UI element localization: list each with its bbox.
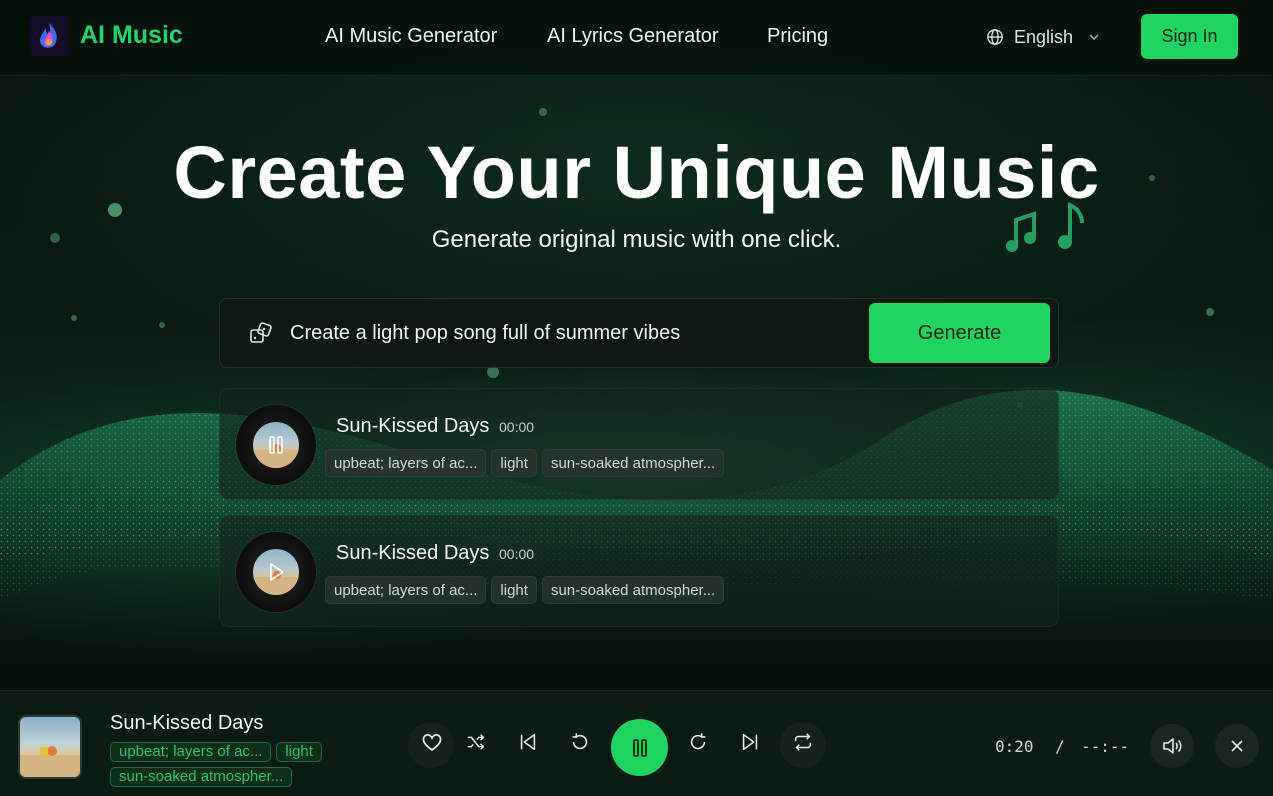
brand-logo[interactable] bbox=[29, 16, 69, 56]
song-title[interactable]: Sun-Kissed Days bbox=[336, 542, 489, 565]
rotate-ccw-icon bbox=[572, 733, 588, 750]
shuffle-icon bbox=[467, 734, 485, 750]
pause-icon[interactable] bbox=[264, 433, 288, 457]
song-tags: upbeat; layers of ac... light sun-soaked… bbox=[325, 576, 725, 604]
song-tag: upbeat; layers of ac... bbox=[325, 576, 487, 604]
vinyl-disc[interactable] bbox=[236, 405, 316, 485]
prompt-input[interactable]: Create a light pop song full of summer v… bbox=[290, 322, 680, 345]
song-tag: sun-soaked atmospher... bbox=[541, 576, 725, 604]
volume-button[interactable] bbox=[1150, 724, 1194, 768]
dice-icon[interactable] bbox=[248, 321, 274, 347]
skip-forward-icon bbox=[742, 733, 758, 751]
like-button[interactable] bbox=[417, 727, 447, 757]
generate-button[interactable]: Generate bbox=[869, 303, 1050, 363]
sign-in-button[interactable]: Sign In bbox=[1141, 14, 1238, 59]
audio-player-bar: Sun-Kissed Days upbeat; layers of ac... … bbox=[0, 690, 1273, 796]
next-button[interactable] bbox=[735, 727, 765, 757]
flame-note-icon bbox=[40, 23, 57, 48]
time-separator: / bbox=[1055, 737, 1065, 756]
brand-name[interactable]: AI Music bbox=[80, 21, 183, 50]
play-icon[interactable] bbox=[264, 560, 288, 584]
close-player-button[interactable] bbox=[1215, 724, 1259, 768]
shuffle-button[interactable] bbox=[461, 727, 491, 757]
hero-title: Create Your Unique Music bbox=[173, 131, 1100, 214]
song-card[interactable]: Sun-Kissed Days 00:00 upbeat; layers of … bbox=[219, 515, 1059, 627]
nav-pricing[interactable]: Pricing bbox=[767, 25, 828, 48]
song-tags: upbeat; layers of ac... light sun-soaked… bbox=[325, 449, 725, 477]
player-tag: upbeat; layers of ac... bbox=[110, 742, 272, 762]
language-selector[interactable]: English bbox=[986, 26, 1101, 48]
nav-ai-lyrics-generator[interactable]: AI Lyrics Generator bbox=[547, 25, 719, 48]
chevron-down-icon bbox=[1089, 34, 1099, 41]
song-title[interactable]: Sun-Kissed Days bbox=[336, 415, 489, 438]
previous-button[interactable] bbox=[513, 727, 543, 757]
top-navbar: AI Music AI Music Generator AI Lyrics Ge… bbox=[0, 0, 1273, 76]
player-tag: sun-soaked atmospher... bbox=[110, 767, 293, 787]
rotate-cw-icon bbox=[690, 733, 706, 750]
player-song-title: Sun-Kissed Days bbox=[110, 712, 264, 734]
volume-icon bbox=[1163, 738, 1182, 754]
vinyl-disc[interactable] bbox=[236, 532, 316, 612]
song-duration: 00:00 bbox=[499, 419, 535, 435]
pause-icon bbox=[632, 738, 647, 757]
prompt-bar: Create a light pop song full of summer v… bbox=[219, 298, 1059, 368]
forward-button[interactable] bbox=[683, 727, 713, 757]
song-tag: light bbox=[491, 449, 537, 477]
nav-ai-music-generator[interactable]: AI Music Generator bbox=[325, 25, 497, 48]
song-card[interactable]: Sun-Kissed Days 00:00 upbeat; layers of … bbox=[219, 388, 1059, 500]
song-tag: upbeat; layers of ac... bbox=[325, 449, 487, 477]
song-duration: 00:00 bbox=[499, 546, 535, 562]
repeat-button[interactable] bbox=[788, 727, 818, 757]
total-duration: --:-- bbox=[1081, 737, 1130, 756]
globe-icon bbox=[987, 29, 1003, 45]
player-cover-art bbox=[18, 715, 82, 779]
close-icon bbox=[1231, 740, 1243, 752]
player-tags: upbeat; layers of ac... light sun-soaked… bbox=[110, 742, 350, 787]
song-tag: light bbox=[491, 576, 537, 604]
play-pause-button[interactable] bbox=[611, 719, 668, 776]
skip-back-icon bbox=[520, 733, 536, 751]
heart-icon bbox=[422, 734, 442, 752]
repeat-icon bbox=[794, 733, 812, 751]
player-tag: light bbox=[276, 742, 322, 762]
language-label: English bbox=[1014, 26, 1074, 47]
rewind-button[interactable] bbox=[565, 727, 595, 757]
song-tag: sun-soaked atmospher... bbox=[541, 449, 725, 477]
current-time: 0:20 bbox=[995, 737, 1034, 756]
hero-subtitle: Generate original music with one click. bbox=[431, 226, 842, 253]
